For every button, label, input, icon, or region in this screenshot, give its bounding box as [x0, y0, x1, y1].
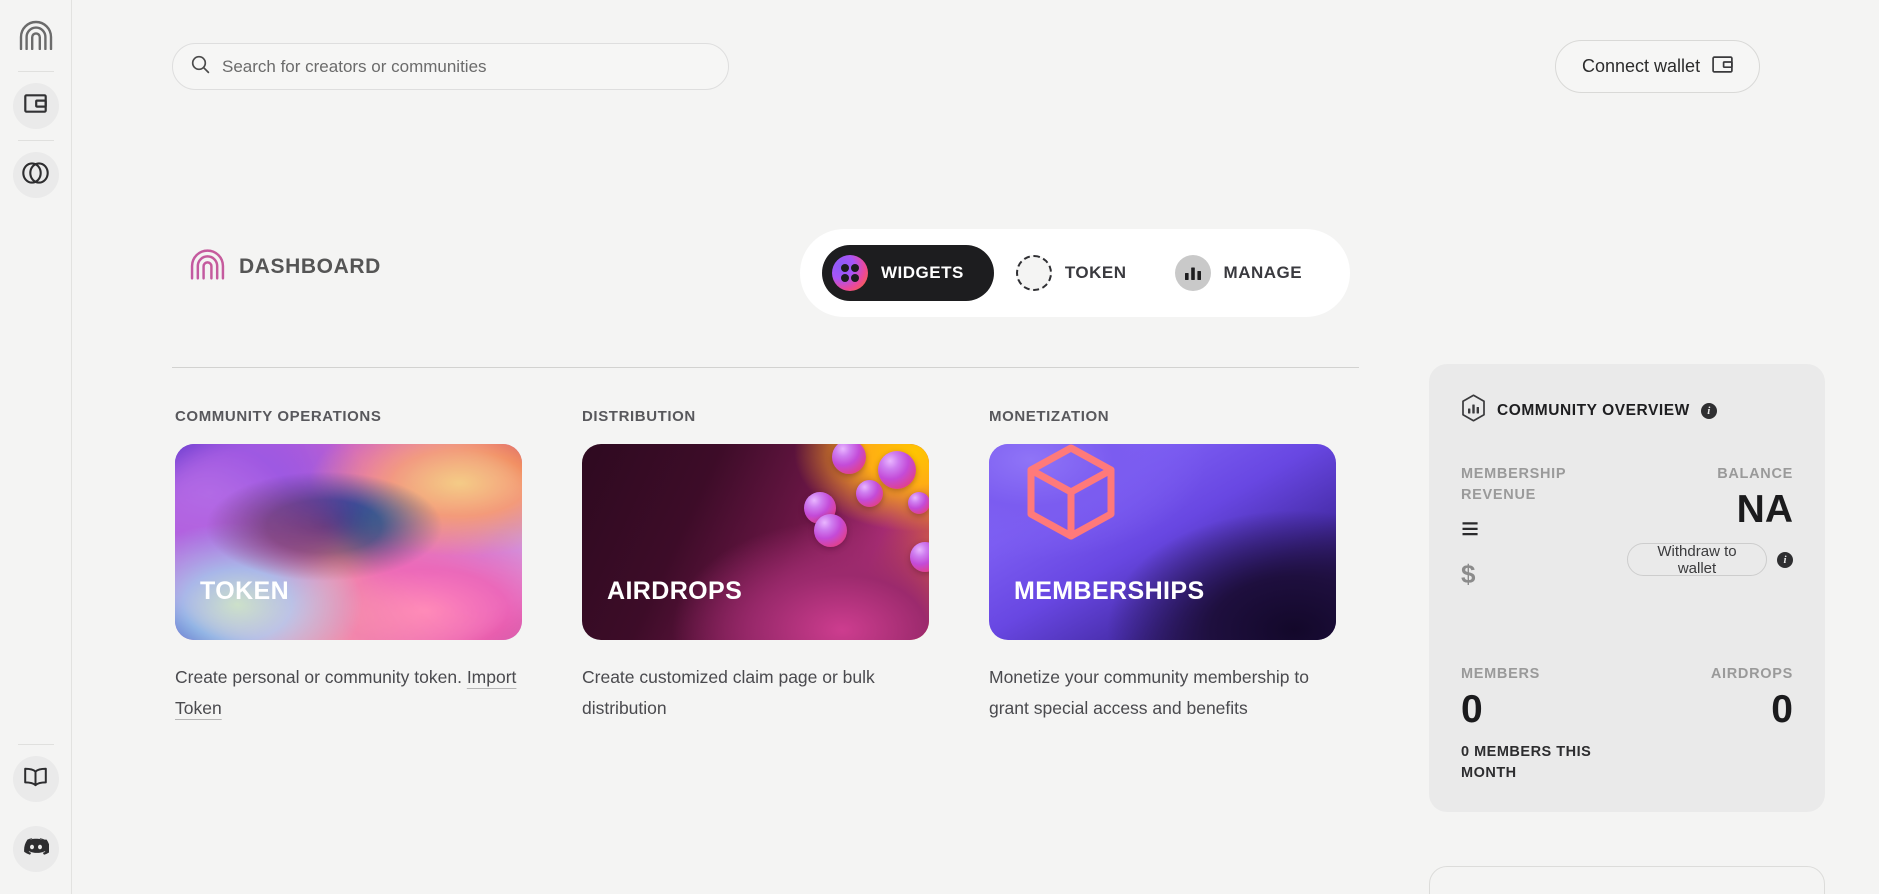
bubble-decor [908, 492, 929, 514]
sidebar-item-docs[interactable] [12, 756, 59, 802]
discord-icon [23, 837, 50, 862]
airdrops-card-title: AIRDROPS [607, 577, 743, 605]
widgets-dots-icon [832, 255, 868, 291]
book-icon [23, 767, 48, 792]
membership-revenue-cell: MEMBERSHIP REVENUE ≡ $ [1461, 464, 1627, 590]
community-overview-title: COMMUNITY OVERVIEW [1497, 401, 1690, 419]
airdrops-desc-text: Create customized claim page or bulk dis… [582, 667, 875, 718]
members-cell: MEMBERS 0 0 MEMBERS THIS MONTH [1461, 664, 1627, 784]
info-icon[interactable]: i [1777, 551, 1793, 568]
membership-revenue-label: MEMBERSHIP REVENUE [1461, 466, 1567, 503]
membership-revenue-currency: $ [1461, 559, 1476, 589]
section-label-monetization: MONETIZATION [989, 408, 1110, 425]
airdrops-card-artwork [582, 444, 929, 640]
overview-metrics-row-2: MEMBERS 0 0 MEMBERS THIS MONTH AIRDROPS … [1461, 664, 1793, 784]
section-divider [172, 367, 1359, 368]
members-this-month-note: 0 MEMBERS THIS MONTH [1461, 744, 1592, 781]
page-title: DASHBOARD [239, 254, 381, 278]
memberships-card-title: MEMBERSHIPS [1014, 577, 1205, 605]
tab-widgets-label: WIDGETS [881, 263, 964, 282]
app-root: Connect wallet [0, 0, 1879, 894]
dashed-circle-icon [1015, 255, 1052, 291]
membership-revenue-value: ≡ [1461, 511, 1480, 546]
withdraw-to-wallet-button[interactable]: Withdraw to wallet [1627, 543, 1767, 577]
token-desc-text: Create personal or community token. [175, 667, 467, 687]
memberships-card-artwork [989, 444, 1336, 640]
hexagon-chart-icon [1461, 394, 1486, 427]
search-box[interactable] [172, 43, 729, 90]
airdrops-value: 0 [1771, 688, 1793, 731]
sidebar-divider-3 [17, 744, 54, 745]
withdraw-row: Withdraw to wallet i [1627, 543, 1793, 577]
memberships-widget-card[interactable]: MEMBERSHIPS [989, 444, 1336, 640]
memberships-desc-text: Monetize your community membership to gr… [989, 667, 1309, 718]
community-overview-header: COMMUNITY OVERVIEW i [1461, 394, 1793, 427]
bubble-decor [832, 444, 866, 474]
bubble-decor [878, 451, 916, 489]
members-value: 0 [1461, 688, 1483, 731]
tab-token-label: TOKEN [1064, 263, 1127, 282]
sidebar-item-wallet[interactable] [12, 83, 59, 129]
bubble-decor [910, 542, 929, 572]
rainbow-arch-logo-icon [190, 248, 225, 285]
bubble-decor [856, 480, 883, 507]
sidebar-divider-2 [17, 140, 54, 141]
bar-chart-icon [1174, 255, 1211, 291]
balance-cell: BALANCE NA Withdraw to wallet i [1627, 464, 1793, 590]
wallet-icon [1712, 55, 1733, 79]
widget-grid: COMMUNITY OPERATIONS TOKEN Create person… [175, 408, 1365, 724]
view-tabs: WIDGETS TOKEN MANAGE [800, 229, 1351, 317]
widget-column-distribution: DISTRIBUTION AIRDROPS Create customized … [582, 408, 929, 724]
widget-column-monetization: MONETIZATION MEMBERSHIPS Monetize your c… [989, 408, 1336, 724]
widget-column-community-operations: COMMUNITY OPERATIONS TOKEN Create person… [175, 408, 522, 724]
token-card-title: TOKEN [200, 577, 290, 605]
connect-wallet-button[interactable]: Connect wallet [1555, 40, 1761, 93]
search-icon [191, 55, 210, 79]
connect-wallet-label: Connect wallet [1582, 56, 1701, 76]
sidebar-item-communities[interactable] [12, 152, 59, 198]
balance-value: NA [1736, 488, 1793, 531]
wireframe-cube-icon [1009, 444, 1139, 557]
section-label-community-operations: COMMUNITY OPERATIONS [175, 408, 382, 425]
token-widget-card[interactable]: TOKEN [175, 444, 522, 640]
token-card-description: Create personal or community token. Impo… [175, 662, 522, 724]
section-label-distribution: DISTRIBUTION [582, 408, 696, 425]
left-sidebar [0, 0, 72, 894]
bubble-decor [814, 514, 847, 547]
airdrops-cell: AIRDROPS 0 [1627, 664, 1793, 784]
balance-label: BALANCE [1717, 466, 1793, 482]
rainbow-arch-logo-icon [19, 20, 53, 55]
memberships-card-description: Monetize your community membership to gr… [989, 662, 1336, 724]
community-overview-panel: COMMUNITY OVERVIEW i MEMBERSHIP REVENUE … [1429, 364, 1825, 812]
tab-token[interactable]: TOKEN [1006, 245, 1153, 301]
sidebar-divider-1 [17, 71, 54, 72]
wallet-icon [24, 93, 47, 119]
sidebar-bottom-group [12, 756, 59, 894]
tab-manage[interactable]: MANAGE [1165, 245, 1329, 301]
members-label: MEMBERS [1461, 666, 1541, 682]
tab-manage-label: MANAGE [1223, 263, 1303, 282]
airdrops-label: AIRDROPS [1710, 666, 1793, 682]
airdrops-card-description: Create customized claim page or bulk dis… [582, 662, 929, 724]
secondary-panel-partial[interactable] [1429, 866, 1825, 894]
sidebar-item-discord[interactable] [12, 826, 59, 872]
overlapping-circles-icon [22, 161, 49, 189]
rainbow-arch-logo-button[interactable] [13, 14, 59, 60]
search-input[interactable] [222, 56, 692, 77]
token-card-artwork [175, 444, 522, 640]
airdrops-widget-card[interactable]: AIRDROPS [582, 444, 929, 640]
info-icon[interactable]: i [1700, 402, 1717, 419]
overview-metrics-row-1: MEMBERSHIP REVENUE ≡ $ BALANCE NA Withdr… [1461, 464, 1793, 590]
top-bar: Connect wallet [72, 0, 1879, 110]
tab-widgets[interactable]: WIDGETS [822, 245, 994, 301]
page-heading: DASHBOARD [190, 248, 381, 285]
